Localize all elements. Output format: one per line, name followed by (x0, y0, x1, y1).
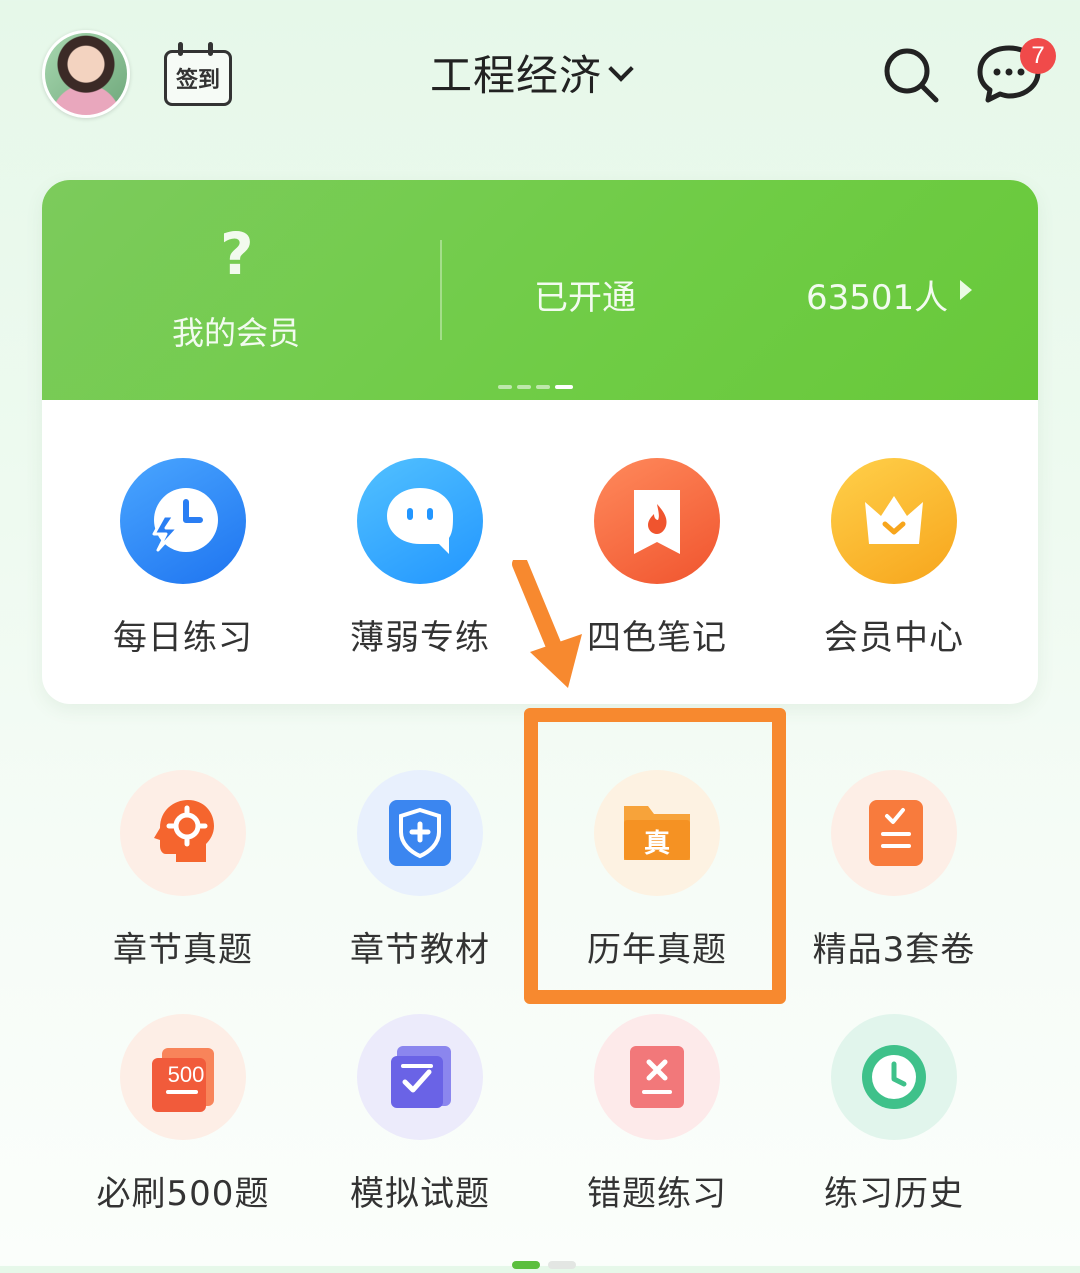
clock-lightning-icon (120, 458, 246, 584)
search-icon[interactable] (882, 46, 940, 104)
feature-wrong-answers[interactable]: 错题练习 (539, 1014, 775, 1215)
pager-dot (548, 1261, 576, 1269)
checklist-icon (831, 770, 957, 896)
feature-chapter-exam[interactable]: 章节真题 (65, 770, 301, 971)
feature-premium-three-papers[interactable]: 精品3套卷 (776, 770, 1012, 971)
quick-action-weak-practice[interactable]: 薄弱专练 (302, 458, 538, 659)
member-banner[interactable]: ? 我的会员 已开通 63501人 (42, 180, 1038, 400)
banner-pager (498, 374, 578, 393)
message-badge: 7 (1020, 38, 1056, 74)
play-arrow-icon (960, 280, 972, 300)
pager-dot-active (512, 1261, 540, 1269)
crown-icon (831, 458, 957, 584)
history-clock-icon (831, 1014, 957, 1140)
subject-title: 工程经济 (430, 51, 603, 100)
feature-label: 章节教材 (350, 930, 490, 970)
feature-practice-history[interactable]: 练习历史 (776, 1014, 1012, 1215)
checkin-button[interactable]: 签到 (164, 42, 232, 106)
feature-must-do-500[interactable]: 500 必刷500题 (65, 1014, 301, 1215)
checkin-label: 签到 (175, 68, 220, 93)
top-bar: 签到 工程经济 7 (0, 0, 1080, 150)
feature-label: 章节真题 (113, 930, 253, 970)
wrong-card-icon (594, 1014, 720, 1140)
highlight-box (524, 708, 786, 1004)
quick-action-daily-practice[interactable]: 每日练习 (65, 458, 301, 659)
subject-selector[interactable]: 工程经济 (430, 42, 634, 103)
num-500-glyph: 500 (168, 1062, 205, 1087)
feature-label: 错题练习 (587, 1174, 727, 1214)
quick-action-label: 每日练习 (113, 618, 253, 658)
shield-book-icon (357, 770, 483, 896)
feature-label: 精品3套卷 (812, 930, 976, 970)
quick-action-label: 会员中心 (824, 618, 964, 658)
quick-action-label: 薄弱专练 (350, 618, 490, 658)
feature-mock-exams[interactable]: 模拟试题 (302, 1014, 538, 1215)
quick-action-member-center[interactable]: 会员中心 (776, 458, 1012, 659)
fire-note-icon (594, 458, 720, 584)
member-count: 63501人 (806, 278, 949, 318)
chat-bot-icon (357, 458, 483, 584)
ticket-500-icon: 500 (120, 1014, 246, 1140)
feature-chapter-textbook[interactable]: 章节教材 (302, 770, 538, 971)
annotation-arrow-icon (512, 560, 582, 688)
scroll-check-icon (357, 1014, 483, 1140)
member-status-icon: ? (220, 220, 254, 288)
feature-label: 必刷500题 (96, 1174, 270, 1214)
opened-label: 已开通 (534, 278, 636, 318)
banner-divider (440, 240, 442, 340)
head-gear-icon (120, 770, 246, 896)
grid-pager (512, 1254, 584, 1273)
feature-label: 模拟试题 (350, 1174, 490, 1214)
user-avatar[interactable] (42, 30, 130, 118)
my-member-label: 我的会员 (172, 314, 301, 352)
feature-label: 练习历史 (824, 1174, 964, 1214)
chevron-down-icon (608, 56, 634, 82)
